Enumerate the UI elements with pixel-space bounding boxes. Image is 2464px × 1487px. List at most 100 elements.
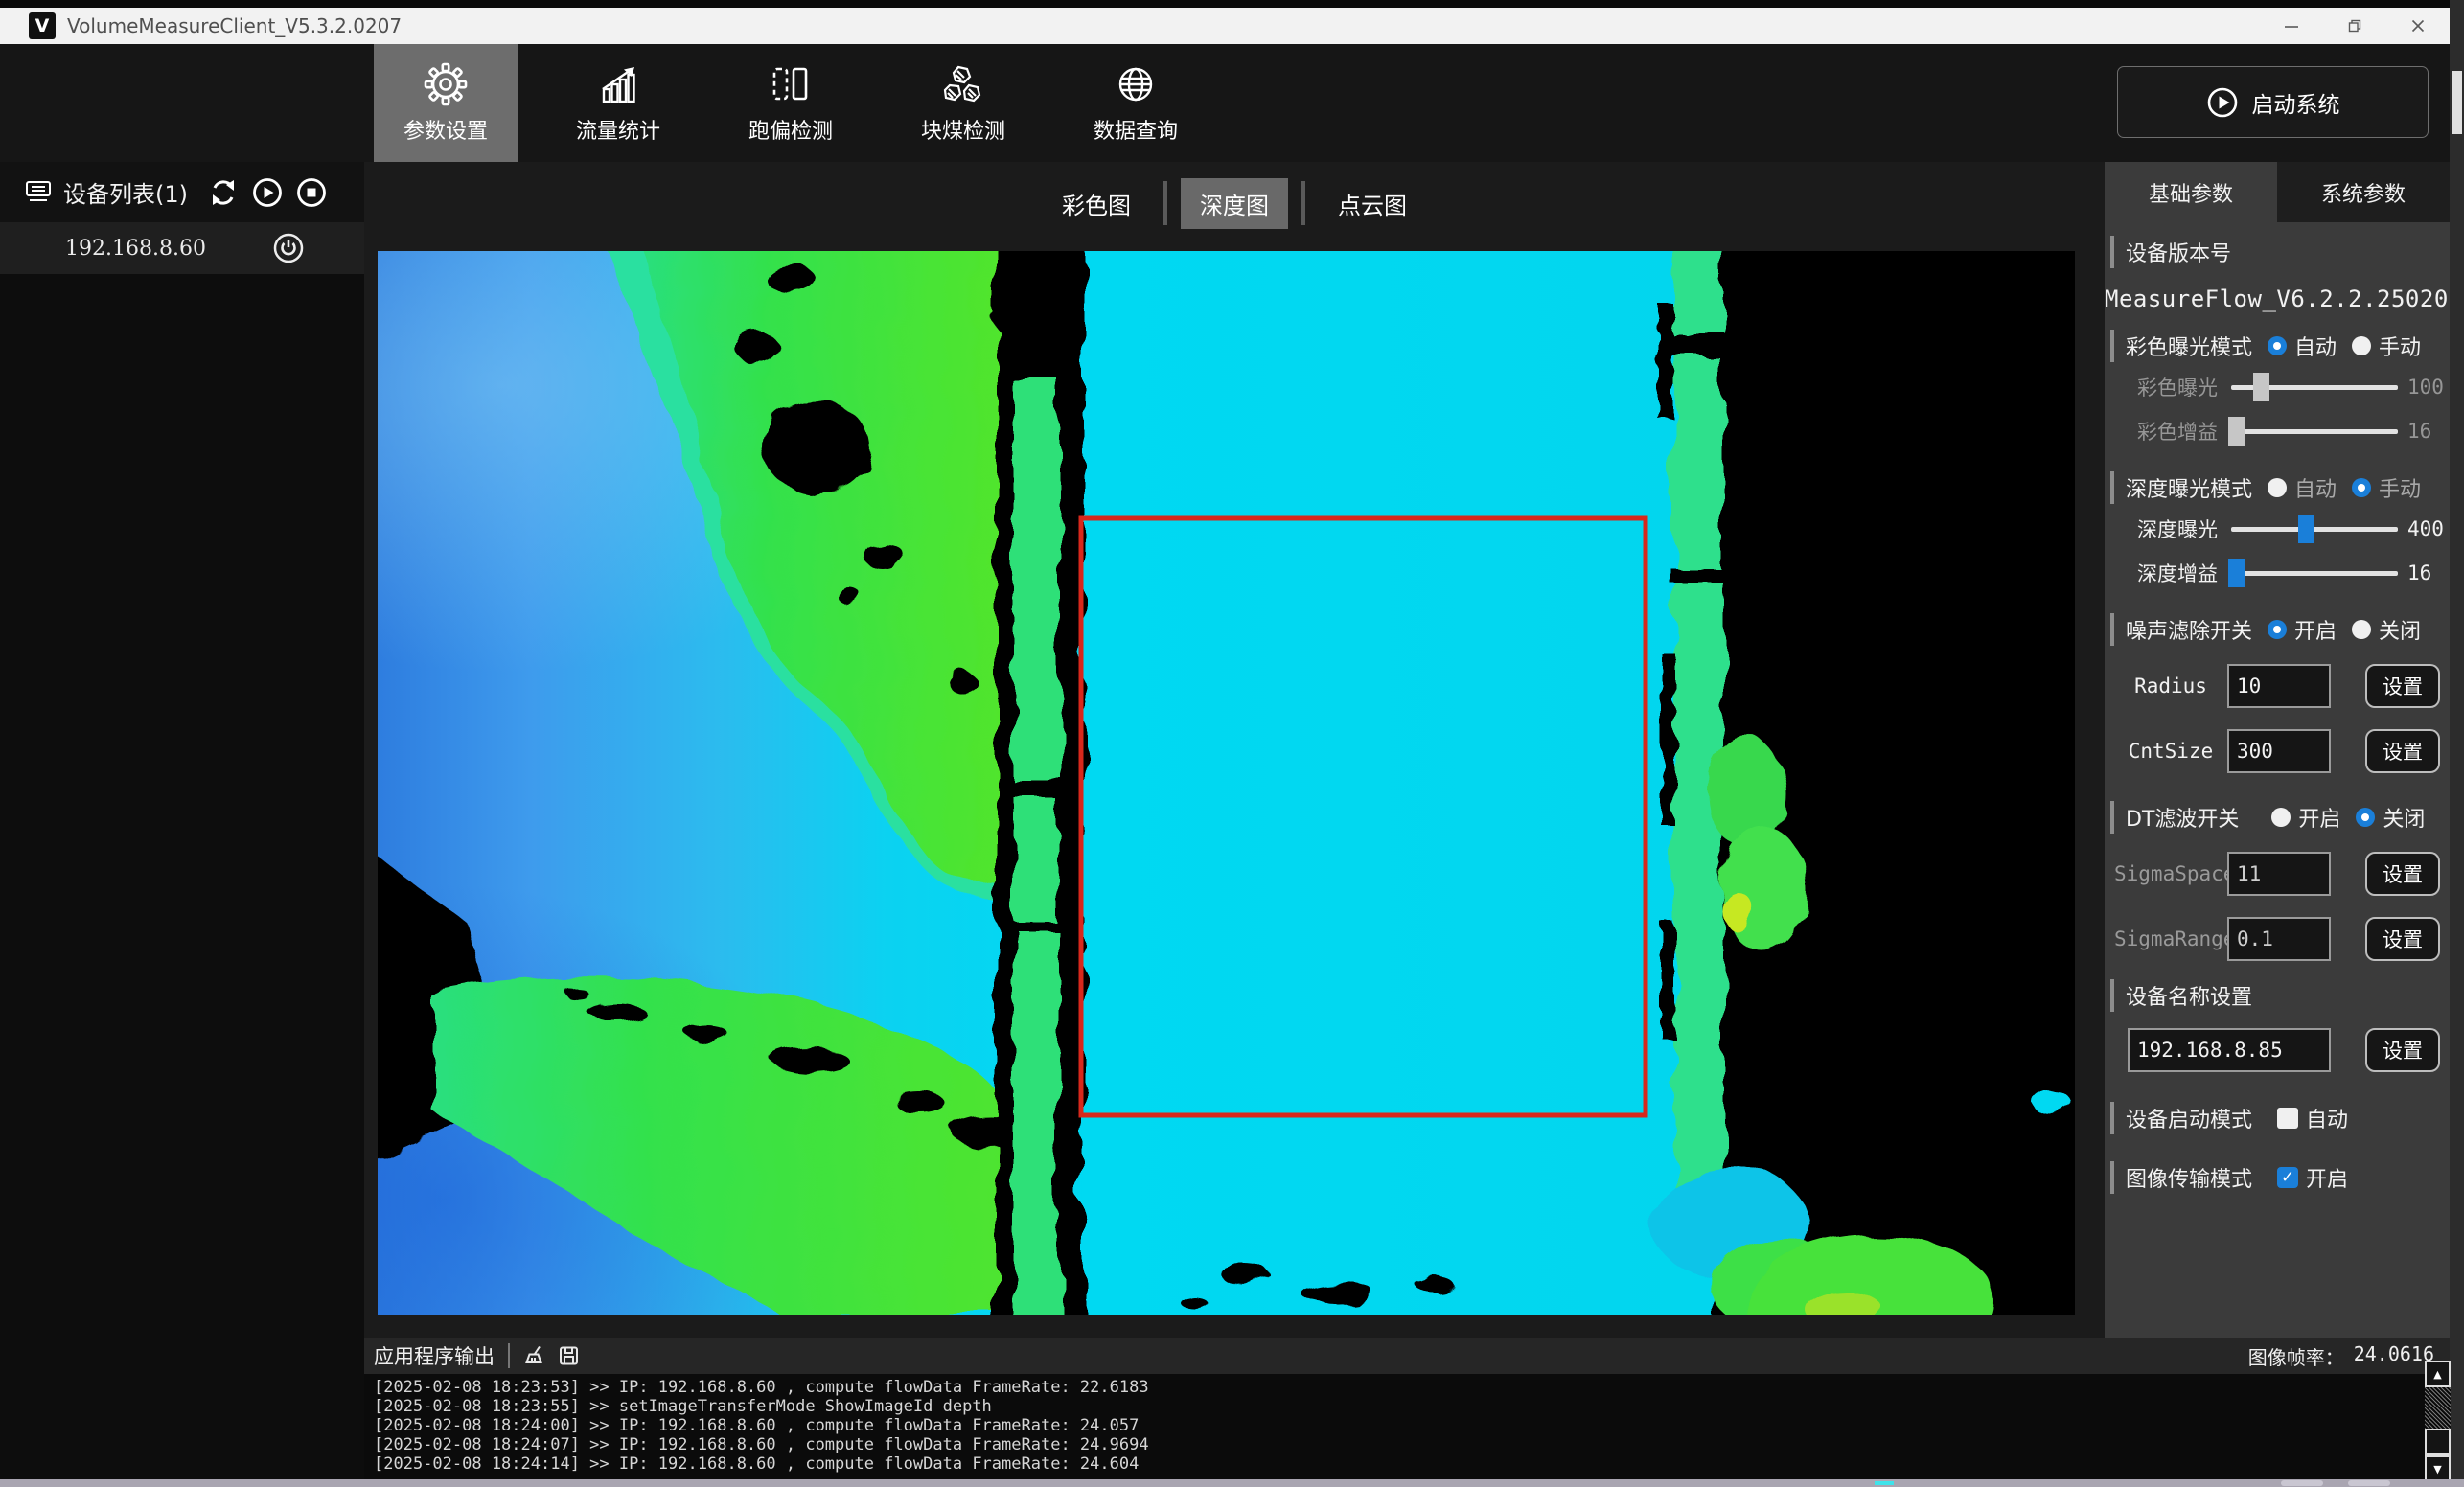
device-name-set-button[interactable]: 设置 <box>2365 1028 2440 1072</box>
tab-pointcloud-image[interactable]: 点云图 <box>1319 178 1426 229</box>
power-icon <box>272 232 305 264</box>
tab-depth-image[interactable]: 深度图 <box>1181 178 1288 229</box>
noise-filter-on-radio[interactable] <box>2268 620 2287 639</box>
window-scrollbar-thumb[interactable] <box>2452 71 2462 134</box>
tab-color-image[interactable]: 彩色图 <box>1043 178 1150 229</box>
radius-input[interactable]: 10 <box>2227 664 2331 708</box>
sigmarange-set-button[interactable]: 设置 <box>2365 917 2440 961</box>
cntsize-input[interactable]: 300 <box>2227 729 2331 773</box>
scrollbar-track[interactable] <box>2425 1387 2451 1429</box>
depth-exposure-slider[interactable] <box>2231 515 2398 543</box>
window-scrollbar-track[interactable] <box>2450 0 2464 1487</box>
tab-parameter-settings[interactable]: 参数设置 <box>374 44 518 162</box>
color-exposure-auto-radio[interactable] <box>2268 336 2287 355</box>
transfer-mode-checkbox[interactable]: ✓ <box>2277 1167 2298 1188</box>
depth-exposure-manual-label[interactable]: 手动 <box>2379 472 2421 503</box>
depth-exposure-auto-radio[interactable] <box>2268 478 2287 497</box>
tab-coal-detection[interactable]: 块煤检测 <box>891 44 1035 162</box>
noise-filter-off-radio[interactable] <box>2352 620 2371 639</box>
slider-handle[interactable] <box>2228 417 2245 446</box>
radius-set-button[interactable]: 设置 <box>2365 664 2440 708</box>
tab-label: 块煤检测 <box>921 114 1005 145</box>
start-system-button[interactable]: 启动系统 <box>2117 66 2429 138</box>
log-line: [2025-02-08 18:23:53] >> IP: 192.168.8.6… <box>374 1378 2450 1397</box>
sigmaspace-set-button[interactable]: 设置 <box>2365 852 2440 896</box>
depth-gain-slider-row: 深度增益 16 <box>2105 554 2450 592</box>
section-depth-exposure: 深度曝光模式 自动 手动 <box>2110 471 2450 504</box>
slider-handle[interactable] <box>2298 515 2314 543</box>
tab-system-params[interactable]: 系统参数 <box>2277 162 2450 222</box>
start-all-button[interactable] <box>251 176 284 209</box>
deviation-rects-icon <box>769 62 813 106</box>
restore-button[interactable] <box>2323 8 2386 44</box>
dt-filter-on-radio[interactable] <box>2271 808 2291 827</box>
depth-exposure-manual-radio[interactable] <box>2352 478 2371 497</box>
stop-circle-icon <box>295 176 328 209</box>
save-log-button[interactable] <box>558 1344 581 1367</box>
color-exposure-slider[interactable] <box>2231 373 2398 401</box>
color-exposure-manual-label[interactable]: 手动 <box>2379 331 2421 361</box>
log-lines: [2025-02-08 18:23:53] >> IP: 192.168.8.6… <box>364 1374 2450 1474</box>
coal-lumps-icon <box>941 62 985 106</box>
depth-gain-slider[interactable] <box>2231 559 2398 587</box>
tab-label: 参数设置 <box>403 114 488 145</box>
clear-log-button[interactable] <box>523 1344 546 1367</box>
tab-flow-statistics[interactable]: 流量统计 <box>546 44 690 162</box>
scrollbar-thumb[interactable] <box>2425 1429 2451 1455</box>
log-line: [2025-02-08 18:24:07] >> IP: 192.168.8.6… <box>374 1435 2450 1454</box>
slider-handle[interactable] <box>2228 559 2245 587</box>
start-mode-checkbox[interactable] <box>2277 1108 2298 1129</box>
tab-separator <box>1301 181 1305 225</box>
device-name-input[interactable]: 192.168.8.85 <box>2128 1028 2331 1072</box>
gear-icon <box>424 62 468 106</box>
noise-filter-off-label[interactable]: 关闭 <box>2379 614 2421 645</box>
cntsize-set-button[interactable]: 设置 <box>2365 729 2440 773</box>
taskbar-strip <box>0 1479 2464 1487</box>
transfer-mode-checkbox-label[interactable]: 开启 <box>2306 1162 2348 1193</box>
tab-basic-params[interactable]: 基础参数 <box>2105 162 2277 222</box>
depth-map-image <box>378 251 2075 1315</box>
device-row[interactable]: 192.168.8.60 <box>0 222 364 274</box>
device-version-value: MeasureFlow_V6.2.2.250207 <box>2105 286 2450 312</box>
section-color-exposure: 彩色曝光模式 自动 手动 <box>2110 330 2450 362</box>
stop-all-button[interactable] <box>295 176 328 209</box>
sigmaspace-field-row: SigmaSpace 11 设置 <box>2114 849 2440 899</box>
dt-filter-on-label[interactable]: 开启 <box>2298 802 2340 833</box>
scroll-up-button[interactable]: ▲ <box>2425 1361 2451 1387</box>
taskbar-accent <box>1875 1481 1894 1485</box>
sigmarange-input[interactable]: 0.1 <box>2227 917 2331 961</box>
tab-deviation-detection[interactable]: 跑偏检测 <box>719 44 863 162</box>
color-exposure-manual-radio[interactable] <box>2352 336 2371 355</box>
minimize-button[interactable] <box>2260 8 2323 44</box>
slider-handle[interactable] <box>2253 373 2269 401</box>
tab-data-query[interactable]: 数据查询 <box>1064 44 1208 162</box>
color-gain-slider[interactable] <box>2231 417 2398 446</box>
dt-filter-off-radio[interactable] <box>2356 808 2375 827</box>
save-icon <box>558 1344 581 1367</box>
color-exposure-slider-row: 彩色曝光 100 <box>2105 368 2450 406</box>
tab-label: 跑偏检测 <box>748 114 833 145</box>
device-list-header: 设备列表(1) <box>0 162 364 222</box>
log-line: [2025-02-08 18:24:14] >> IP: 192.168.8.6… <box>374 1454 2450 1474</box>
depth-map-render <box>378 251 2075 1315</box>
app-logo: V <box>29 12 56 39</box>
sigmaspace-input[interactable]: 11 <box>2227 852 2331 896</box>
close-button[interactable] <box>2386 8 2450 44</box>
device-power-button[interactable] <box>272 232 305 264</box>
start-mode-checkbox-label[interactable]: 自动 <box>2306 1103 2348 1133</box>
section-device-version: 设备版本号 <box>2110 236 2450 268</box>
main-toolbar: 参数设置 流量统计 跑偏检 <box>0 44 2450 162</box>
refresh-devices-button[interactable] <box>207 176 240 209</box>
color-exposure-auto-label[interactable]: 自动 <box>2294 331 2337 361</box>
log-line: [2025-02-08 18:24:00] >> IP: 192.168.8.6… <box>374 1416 2450 1435</box>
bar-chart-icon <box>596 62 640 106</box>
log-scrollbar[interactable]: ▲ ▼ <box>2425 1361 2451 1482</box>
scroll-down-button[interactable]: ▼ <box>2425 1455 2451 1482</box>
taskbar-pill <box>2281 1480 2323 1486</box>
dt-filter-off-label[interactable]: 关闭 <box>2383 802 2425 833</box>
tab-separator <box>1163 181 1167 225</box>
image-viewer: 彩色图 深度图 点云图 <box>364 162 2105 1338</box>
depth-exposure-auto-label[interactable]: 自动 <box>2294 472 2337 503</box>
log-panel: 应用程序输出 图像帧率：24.0616 [2025-02-08 18:23:53… <box>364 1338 2450 1479</box>
noise-filter-on-label[interactable]: 开启 <box>2294 614 2337 645</box>
